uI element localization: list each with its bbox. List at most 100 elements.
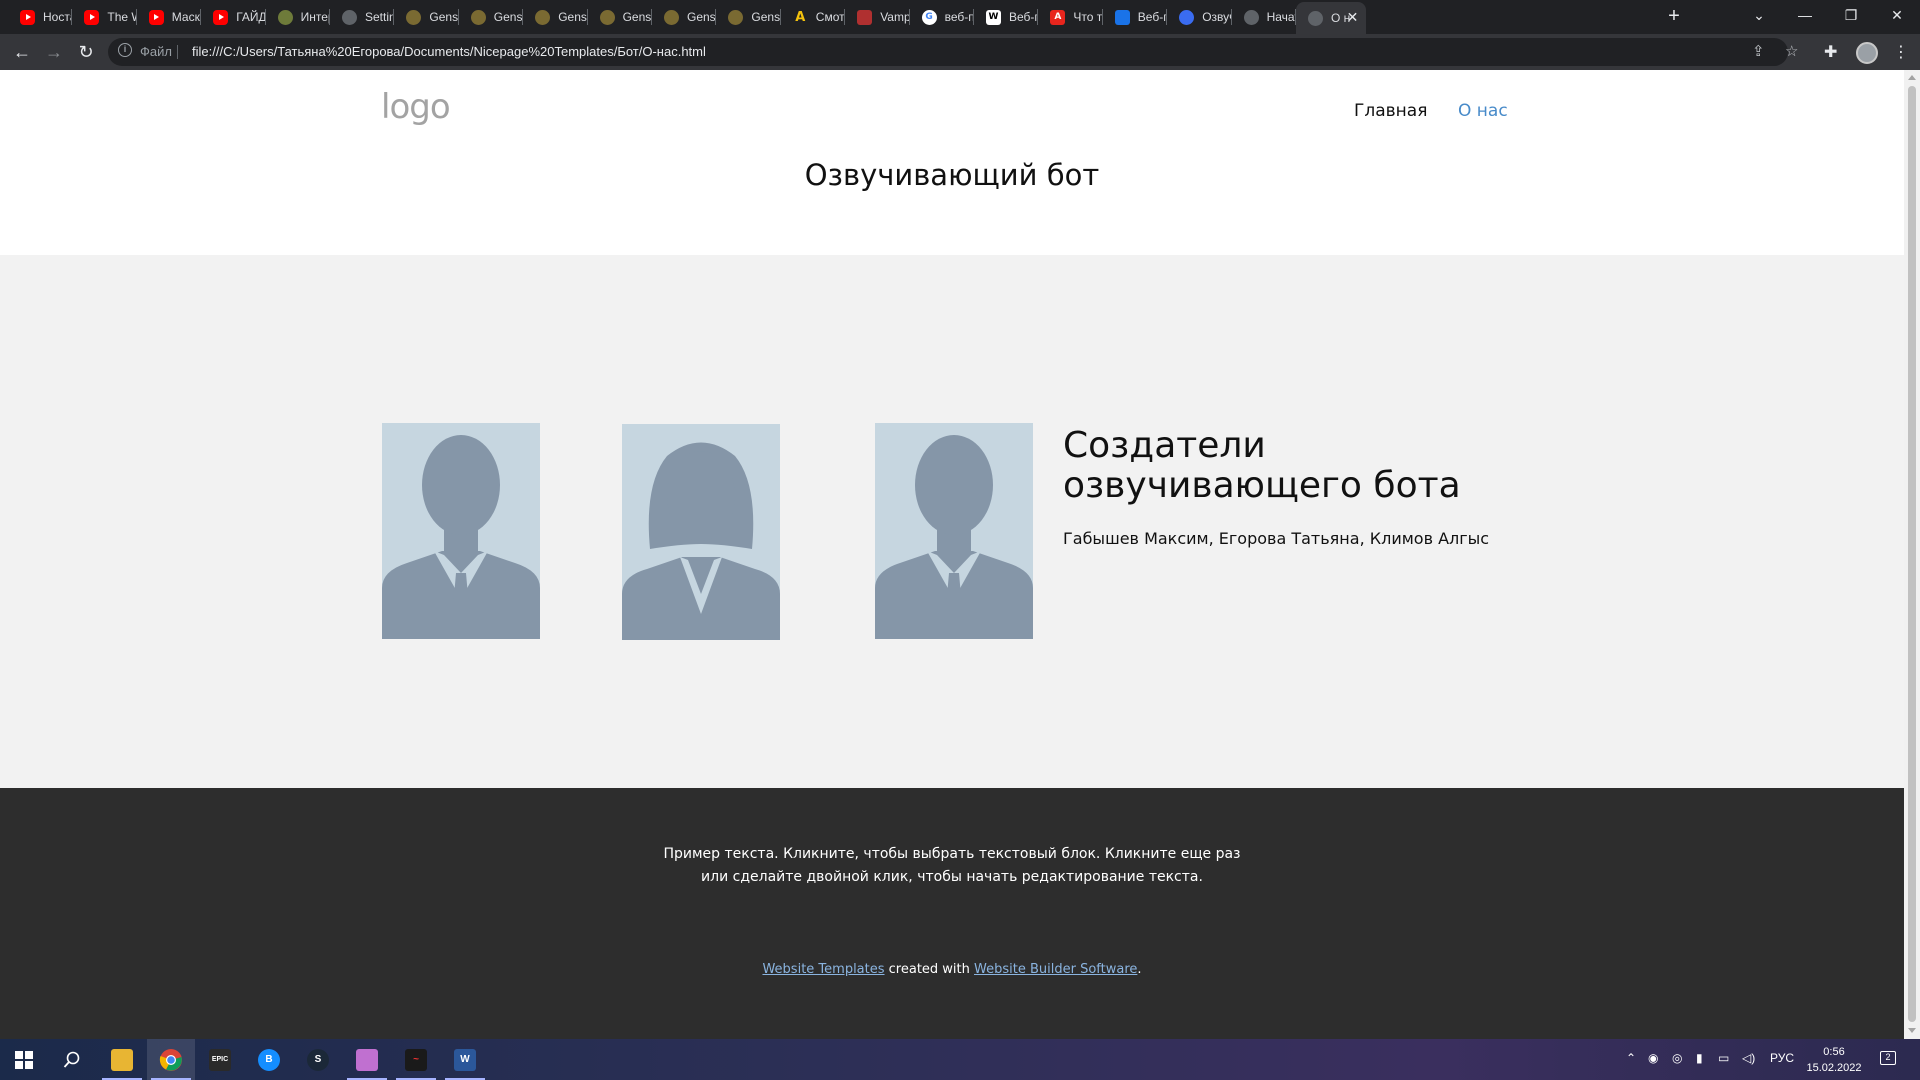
url-text[interactable]: file:///C:/Users/Татьяна%20Егорова/Docum… — [192, 44, 706, 59]
forward-arrow-icon[interactable]: → — [42, 40, 66, 64]
nav-link-about[interactable]: О нас — [1458, 101, 1508, 121]
tab[interactable]: Маска — [137, 3, 202, 31]
new-tab-button[interactable]: + — [1662, 5, 1686, 29]
clock-time: 0:56 — [1823, 1046, 1845, 1058]
info-icon[interactable]: i — [118, 43, 132, 57]
word-icon[interactable]: W — [441, 1039, 489, 1080]
wikipedia-icon: W — [986, 9, 1001, 25]
tab-title: Веб-пр — [1009, 10, 1039, 24]
tab-title: Начать — [1266, 10, 1296, 24]
game-app-icon[interactable] — [343, 1039, 391, 1080]
epic-games-icon[interactable]: EPIC — [196, 1039, 244, 1080]
genshin-icon — [728, 9, 744, 25]
tab[interactable]: Genshi — [394, 3, 459, 31]
site-icon — [1114, 9, 1130, 25]
language-indicator[interactable]: РУС — [1770, 1051, 1794, 1065]
windows-logo-icon — [15, 1050, 33, 1069]
omnibox-divider — [177, 45, 178, 59]
tab-strip: Ностал The Wi Маска ГАЙД ! Интер Setting Gensh… — [0, 0, 1920, 34]
volume-icon[interactable]: ◁) — [1742, 1051, 1755, 1065]
file-explorer-icon[interactable] — [98, 1039, 146, 1080]
network-icon[interactable]: ▭ — [1718, 1051, 1729, 1065]
tab-active[interactable]: О н ✕ — [1296, 2, 1367, 34]
battle-net-icon[interactable]: B — [245, 1039, 293, 1080]
scheme-label: Файл — [140, 44, 172, 59]
male-avatar-placeholder-image — [875, 423, 1033, 639]
genshin-icon — [470, 9, 486, 25]
page-scrollbar[interactable] — [1904, 70, 1920, 1039]
tab[interactable]: Genshi — [459, 3, 524, 31]
clock[interactable]: 0:56 15.02.2022 — [1800, 1044, 1868, 1076]
tab[interactable]: Genshi — [652, 3, 717, 31]
tab[interactable]: Начать — [1232, 3, 1296, 31]
tab-search-button[interactable]: ⌄ — [1736, 0, 1782, 30]
tab[interactable]: Genshi — [588, 3, 652, 31]
discord-tray-icon[interactable]: ◉ — [1648, 1051, 1658, 1065]
minimize-button[interactable]: — — [1782, 0, 1828, 30]
back-arrow-icon[interactable]: ← — [10, 40, 34, 64]
search-icon[interactable] — [48, 1039, 96, 1080]
media-app-icon[interactable]: ~ — [392, 1039, 440, 1080]
tab[interactable]: Vampi — [845, 3, 910, 31]
page-title: Озвучивающий бот — [804, 158, 1100, 192]
google-icon: G — [921, 9, 937, 25]
extensions-puzzle-icon[interactable]: ✚ — [1824, 42, 1837, 62]
tab[interactable]: Веб-пр — [1103, 3, 1168, 31]
adobe-icon: A — [1050, 9, 1066, 25]
chrome-icon[interactable] — [147, 1039, 195, 1080]
notification-center-icon[interactable]: 2 — [1880, 1049, 1896, 1065]
tab[interactable]: Озвуч — [1167, 3, 1232, 31]
globe-icon — [1243, 9, 1259, 25]
windows-taskbar: EPIC B S ~ W ⌃ ◉ ◎ ▮ ▭ ◁) РУС 0:56 15.02… — [0, 1039, 1920, 1080]
youtube-icon — [148, 9, 164, 25]
tab[interactable]: A Смотр — [781, 3, 846, 31]
site-icon — [277, 9, 293, 25]
microphone-icon[interactable]: ▮ — [1696, 1051, 1703, 1065]
start-button[interactable] — [0, 1039, 48, 1080]
site-footer: Пример текста. Кликните, чтобы выбрать т… — [0, 788, 1904, 1039]
tab-title: веб-пр — [944, 10, 974, 24]
scrollbar-thumb[interactable] — [1908, 86, 1916, 1022]
tab-title: Интер — [300, 10, 330, 24]
tab-title: Setting — [365, 10, 395, 24]
tab-title: Озвуч — [1202, 10, 1231, 24]
tab[interactable]: Setting — [330, 3, 395, 31]
reload-icon[interactable]: ↻ — [74, 40, 98, 64]
site-logo[interactable]: logo — [381, 87, 451, 127]
scroll-up-icon[interactable] — [1908, 75, 1916, 80]
website-templates-link[interactable]: Website Templates — [762, 962, 884, 977]
close-window-button[interactable]: ✕ — [1874, 0, 1920, 30]
genshin-icon — [664, 9, 679, 25]
tab[interactable]: W Веб-пр — [974, 3, 1039, 31]
menu-dots-icon[interactable]: ⋮ — [1893, 42, 1909, 62]
tab[interactable]: The Wi — [72, 3, 137, 31]
credits-middle-text: created with — [884, 962, 975, 977]
site-icon — [342, 9, 357, 25]
scroll-down-icon[interactable] — [1908, 1028, 1916, 1033]
show-hidden-icons-chevron-icon[interactable]: ⌃ — [1626, 1051, 1636, 1065]
browser-toolbar: ← → ↻ i Файл file:///C:/Users/Татьяна%20… — [0, 34, 1920, 70]
tab[interactable]: ГАЙД ! — [201, 3, 266, 31]
close-tab-icon[interactable]: ✕ — [1347, 9, 1359, 26]
bookmark-star-icon[interactable]: ☆ — [1785, 42, 1798, 60]
notification-count: 2 — [1880, 1051, 1896, 1065]
steam-tray-icon[interactable]: ◎ — [1672, 1051, 1682, 1065]
tab[interactable]: Интер — [266, 3, 330, 31]
team-heading: Создатели озвучивающего бота — [1063, 425, 1461, 506]
restore-button[interactable]: ❐ — [1828, 0, 1874, 30]
website-builder-link[interactable]: Website Builder Software — [974, 962, 1137, 977]
genshin-icon — [535, 9, 551, 25]
genshin-icon — [599, 9, 615, 25]
nav-link-home[interactable]: Главная — [1354, 101, 1427, 121]
tab[interactable]: Ностал — [8, 3, 73, 31]
tab-title: Genshi — [493, 10, 523, 24]
female-avatar-placeholder-image — [622, 424, 780, 640]
tab[interactable]: Genshi — [716, 3, 781, 31]
tab[interactable]: A Что та — [1038, 3, 1103, 31]
tab[interactable]: Gвеб-пр — [910, 3, 974, 31]
tab[interactable]: Genshi — [523, 3, 588, 31]
share-icon[interactable]: ⇪ — [1752, 42, 1765, 60]
address-bar[interactable]: i Файл file:///C:/Users/Татьяна%20Егоров… — [108, 38, 1798, 66]
profile-avatar[interactable] — [1856, 42, 1878, 64]
steam-icon[interactable]: S — [294, 1039, 342, 1080]
